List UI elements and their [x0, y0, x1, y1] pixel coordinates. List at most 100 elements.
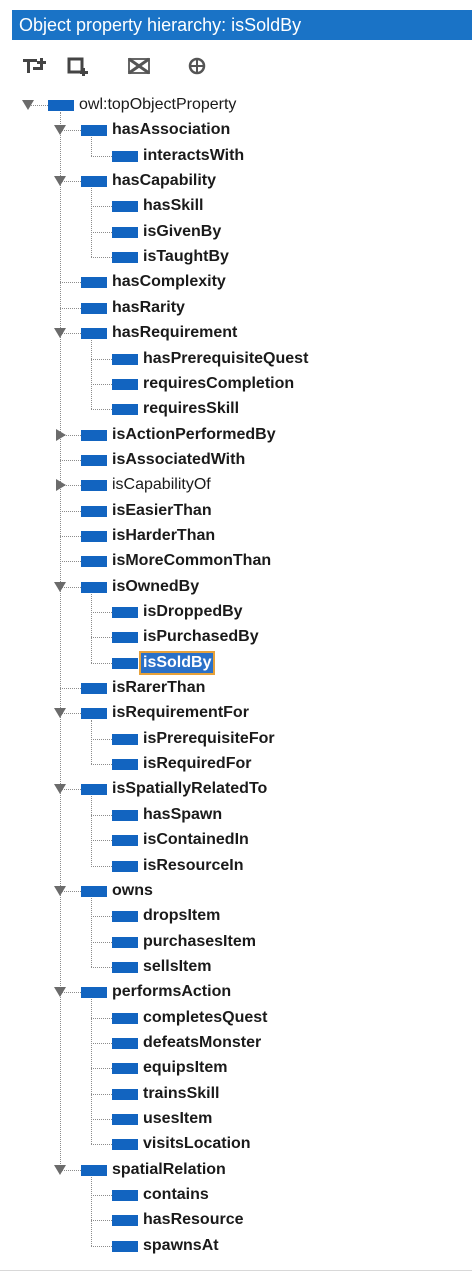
tree-node-label[interactable]: isContainedIn — [141, 830, 251, 850]
expand-toggle-icon[interactable] — [56, 479, 66, 492]
tree-node-label[interactable]: isActionPerformedBy — [110, 425, 278, 445]
tree-node-label[interactable]: spatialRelation — [110, 1160, 228, 1180]
tree-node-label[interactable]: isEasierThan — [110, 501, 214, 521]
tree-node-label[interactable]: purchasesItem — [141, 932, 258, 952]
tree-node[interactable]: isResourceIn — [0, 855, 472, 877]
tree-node-label[interactable]: defeatsMonster — [141, 1033, 263, 1053]
collapse-toggle-icon[interactable] — [54, 1164, 66, 1175]
tree-node-label[interactable]: dropsItem — [141, 906, 222, 926]
tree-node-label[interactable]: usesItem — [141, 1109, 214, 1129]
collapse-toggle-icon[interactable] — [54, 328, 66, 339]
add-sibling-property-button[interactable] — [64, 52, 94, 80]
tree-node[interactable]: contains — [0, 1184, 472, 1206]
tree-node-label[interactable]: isResourceIn — [141, 856, 245, 876]
tree-node[interactable]: isRequirementFor — [0, 702, 472, 724]
tree-node[interactable]: spawnsAt — [0, 1235, 472, 1257]
tree-node[interactable]: hasAssociation — [0, 119, 472, 141]
collapse-toggle-icon[interactable] — [54, 125, 66, 136]
tree-node[interactable]: isCapabilityOf — [0, 474, 472, 496]
tree-node[interactable]: trainsSkill — [0, 1083, 472, 1105]
tree-node-label[interactable]: isRarerThan — [110, 678, 207, 698]
tree-node[interactable]: requiresCompletion — [0, 373, 472, 395]
tree-node-label[interactable]: isHarderThan — [110, 526, 217, 546]
tree-node-label[interactable]: trainsSkill — [141, 1084, 221, 1104]
tree-node[interactable]: visitsLocation — [0, 1133, 472, 1155]
tree-node-label[interactable]: hasRequirement — [110, 323, 239, 343]
collapse-toggle-icon[interactable] — [54, 176, 66, 187]
tree-node-label[interactable]: owl:topObjectProperty — [77, 95, 238, 115]
tree-node-label[interactable]: spawnsAt — [141, 1236, 221, 1256]
tree-node[interactable]: hasRarity — [0, 297, 472, 319]
tree-node-label[interactable]: hasCapability — [110, 171, 218, 191]
tree-node[interactable]: performsAction — [0, 981, 472, 1003]
tree-node[interactable]: isPurchasedBy — [0, 626, 472, 648]
tree-node[interactable]: completesQuest — [0, 1007, 472, 1029]
tree-node-label[interactable]: contains — [141, 1185, 211, 1205]
tree-node-label[interactable]: isPrerequisiteFor — [141, 729, 277, 749]
tree-node[interactable]: hasPrerequisiteQuest — [0, 348, 472, 370]
tree-node-label[interactable]: visitsLocation — [141, 1134, 253, 1154]
tree-node[interactable]: hasSkill — [0, 195, 472, 217]
collapse-toggle-icon[interactable] — [54, 581, 66, 592]
tree-node-label[interactable]: isTaughtBy — [141, 247, 231, 267]
tree-node[interactable]: isOwnedBy — [0, 576, 472, 598]
collapse-toggle-icon[interactable] — [54, 885, 66, 896]
tree-node-label[interactable]: isSpatiallyRelatedTo — [110, 779, 269, 799]
tree-node[interactable]: spatialRelation — [0, 1159, 472, 1181]
collapse-toggle-icon[interactable] — [54, 708, 66, 719]
tree-node[interactable]: isRequiredFor — [0, 753, 472, 775]
tree-node[interactable]: isContainedIn — [0, 829, 472, 851]
tree-node-label[interactable]: hasAssociation — [110, 120, 232, 140]
tree-node-label[interactable]: hasSkill — [141, 196, 205, 216]
tree-node-label[interactable]: isGivenBy — [141, 222, 223, 242]
tree-node[interactable]: isRarerThan — [0, 677, 472, 699]
tree-node-label[interactable]: isPurchasedBy — [141, 627, 261, 647]
tree-node[interactable]: isEasierThan — [0, 500, 472, 522]
tree-node[interactable]: isSoldBy — [0, 650, 472, 675]
tree-node-label[interactable]: isAssociatedWith — [110, 450, 247, 470]
tree-node[interactable]: sellsItem — [0, 956, 472, 978]
tree-node[interactable]: owl:topObjectProperty — [0, 94, 472, 116]
tree-node[interactable]: hasResource — [0, 1209, 472, 1231]
tree-node[interactable]: interactsWith — [0, 145, 472, 167]
tree-node[interactable]: isTaughtBy — [0, 246, 472, 268]
add-subproperty-button[interactable] — [20, 52, 50, 80]
tree-node[interactable]: isPrerequisiteFor — [0, 728, 472, 750]
tree-node[interactable]: usesItem — [0, 1108, 472, 1130]
tree-node[interactable]: requiresSkill — [0, 398, 472, 420]
tree-node-label[interactable]: sellsItem — [141, 957, 213, 977]
tree-node-label[interactable]: hasResource — [141, 1210, 246, 1230]
tree-node-label[interactable]: owns — [110, 881, 155, 901]
tree-node[interactable]: isDroppedBy — [0, 601, 472, 623]
tree-node[interactable]: isGivenBy — [0, 221, 472, 243]
tree-node[interactable]: purchasesItem — [0, 931, 472, 953]
tree-node[interactable]: hasRequirement — [0, 322, 472, 344]
tree-node-label[interactable]: interactsWith — [141, 146, 246, 166]
tree-node-label[interactable]: hasRarity — [110, 298, 187, 318]
tree-node-label[interactable]: hasPrerequisiteQuest — [141, 349, 310, 369]
tree-node-label[interactable]: completesQuest — [141, 1008, 269, 1028]
tree-node-label[interactable]: isOwnedBy — [110, 577, 201, 597]
tree-node-label[interactable]: isRequirementFor — [110, 703, 251, 723]
collapse-toggle-icon[interactable] — [54, 987, 66, 998]
tree-node-label[interactable]: hasComplexity — [110, 272, 228, 292]
tree-node[interactable]: hasComplexity — [0, 271, 472, 293]
tree-node-label[interactable]: isDroppedBy — [141, 602, 245, 622]
tree-node[interactable]: hasCapability — [0, 170, 472, 192]
expand-toggle-icon[interactable] — [56, 428, 66, 441]
tree-node-label[interactable]: isRequiredFor — [141, 754, 253, 774]
tree-node-label-selected[interactable]: isSoldBy — [138, 650, 216, 675]
tree-node-label[interactable]: isCapabilityOf — [110, 475, 213, 495]
tree-node[interactable]: hasSpawn — [0, 804, 472, 826]
tree-node[interactable]: isAssociatedWith — [0, 449, 472, 471]
tree-node-label[interactable]: isMoreCommonThan — [110, 551, 273, 571]
tree-node[interactable]: isSpatiallyRelatedTo — [0, 778, 472, 800]
collapse-toggle-icon[interactable] — [22, 100, 34, 110]
tree-node[interactable]: owns — [0, 880, 472, 902]
tree-node[interactable]: equipsItem — [0, 1057, 472, 1079]
tree-node-label[interactable]: requiresSkill — [141, 399, 241, 419]
tree-node[interactable]: isMoreCommonThan — [0, 550, 472, 572]
tree-node[interactable]: defeatsMonster — [0, 1032, 472, 1054]
tree-node-label[interactable]: requiresCompletion — [141, 374, 296, 394]
find-usage-button[interactable] — [182, 52, 212, 80]
